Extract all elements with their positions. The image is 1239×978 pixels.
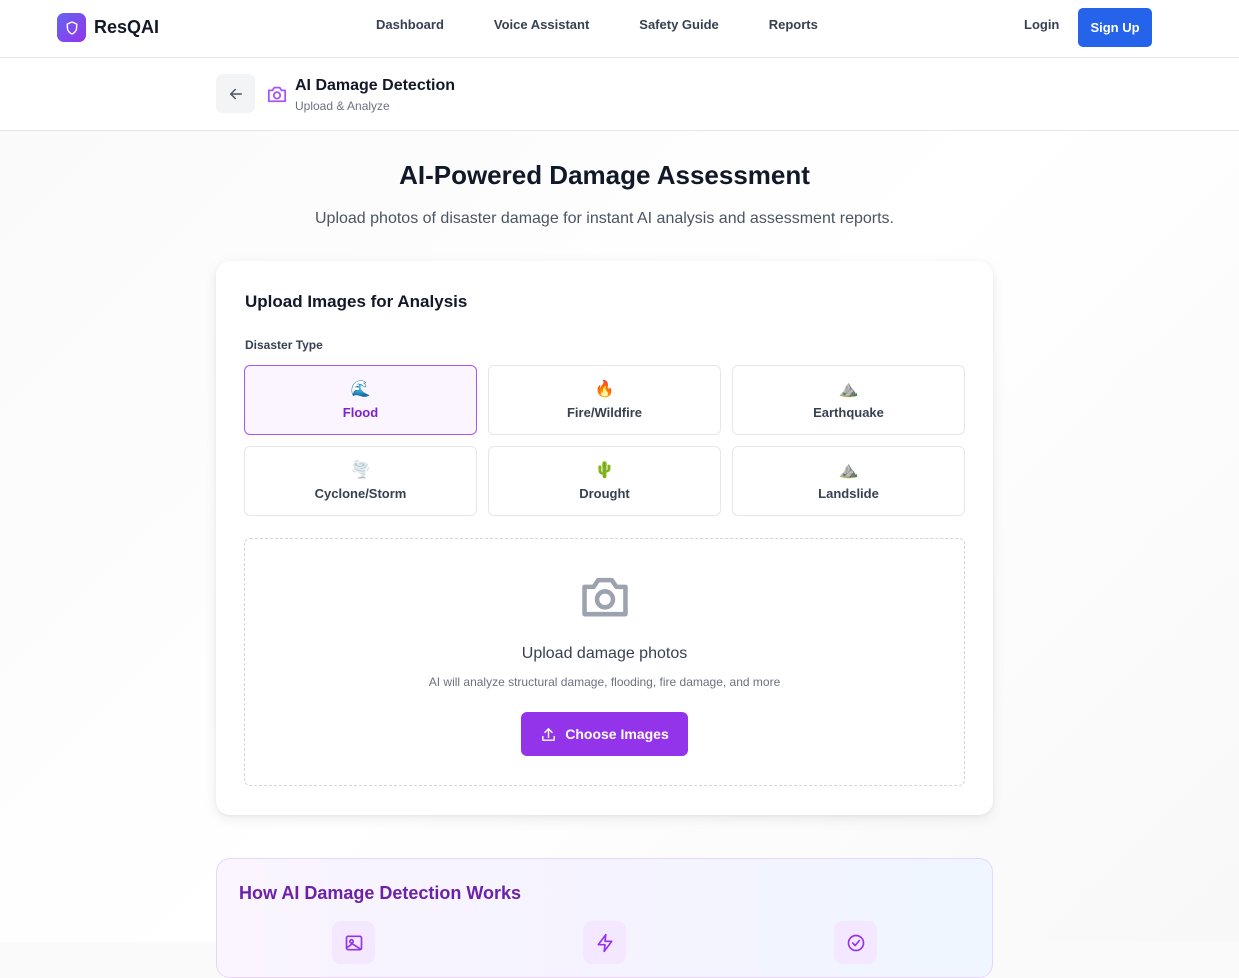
choose-images-button[interactable]: Choose Images	[521, 712, 688, 756]
cactus-icon: 🌵	[594, 461, 615, 479]
how-it-works-title: How AI Damage Detection Works	[239, 883, 522, 903]
page-subtitle: Upload & Analyze	[295, 99, 390, 113]
disaster-type-label: Cyclone/Storm	[314, 485, 407, 501]
dropzone-subtitle: AI will analyze structural damage, flood…	[428, 675, 781, 689]
tornado-icon: 🌪️	[350, 461, 371, 479]
camera-icon	[577, 571, 633, 626]
disaster-type-label: Flood	[342, 404, 379, 420]
arrow-left-icon	[229, 88, 242, 99]
hero-title: AI-Powered Damage Assessment	[399, 160, 810, 190]
upload-card-title: Upload Images for Analysis	[245, 292, 468, 311]
top-navbar: ResQAI Dashboard Voice Assistant Safety …	[0, 0, 1239, 58]
nav-link-reports[interactable]: Reports	[769, 17, 818, 32]
login-link[interactable]: Login	[1024, 17, 1059, 32]
image-dropzone[interactable]: Upload damage photos AI will analyze str…	[244, 538, 965, 786]
signup-button[interactable]: Sign Up	[1078, 8, 1152, 47]
hero-subtitle: Upload photos of disaster damage for ins…	[315, 210, 894, 227]
disaster-type-label: Disaster Type	[245, 338, 323, 352]
mountain-icon: ⛰️	[838, 380, 859, 398]
dropzone-title: Upload damage photos	[521, 645, 688, 662]
fire-icon: 🔥	[594, 380, 615, 398]
disaster-type-flood[interactable]: 🌊 Flood	[244, 365, 477, 435]
page-header: AI Damage Detection Upload & Analyze	[0, 58, 1239, 131]
disaster-type-label: Landslide	[818, 485, 879, 501]
disaster-type-drought[interactable]: 🌵 Drought	[488, 446, 721, 516]
nav-link-safety-guide[interactable]: Safety Guide	[639, 17, 718, 32]
disaster-type-landslide[interactable]: ⛰️ Landslide	[732, 446, 965, 516]
how-it-works-section: How AI Damage Detection Works	[216, 858, 993, 978]
back-button[interactable]	[216, 74, 255, 113]
disaster-type-earthquake[interactable]: ⛰️ Earthquake	[732, 365, 965, 435]
upload-icon	[542, 727, 556, 741]
brand[interactable]: ResQAI	[57, 13, 159, 42]
page-title: AI Damage Detection	[295, 77, 456, 94]
check-circle-icon	[834, 921, 877, 964]
disaster-type-label: Drought	[579, 485, 630, 501]
choose-images-label: Choose Images	[565, 726, 669, 742]
brand-name: ResQAI	[94, 17, 160, 37]
nav-link-voice-assistant[interactable]: Voice Assistant	[494, 17, 589, 32]
camera-icon	[266, 84, 288, 109]
image-icon	[332, 921, 375, 964]
shield-icon	[57, 13, 86, 42]
disaster-type-label: Earthquake	[813, 404, 884, 420]
disaster-type-cyclone[interactable]: 🌪️ Cyclone/Storm	[244, 446, 477, 516]
mountain-icon: ⛰️	[838, 461, 859, 479]
wave-icon: 🌊	[350, 380, 371, 398]
disaster-type-fire[interactable]: 🔥 Fire/Wildfire	[488, 365, 721, 435]
nav-link-dashboard[interactable]: Dashboard	[376, 17, 444, 32]
lightning-icon	[583, 921, 626, 964]
upload-card: Upload Images for Analysis Disaster Type…	[216, 261, 993, 815]
nav-links: Dashboard Voice Assistant Safety Guide R…	[376, 17, 868, 32]
disaster-type-label: Fire/Wildfire	[566, 404, 642, 420]
